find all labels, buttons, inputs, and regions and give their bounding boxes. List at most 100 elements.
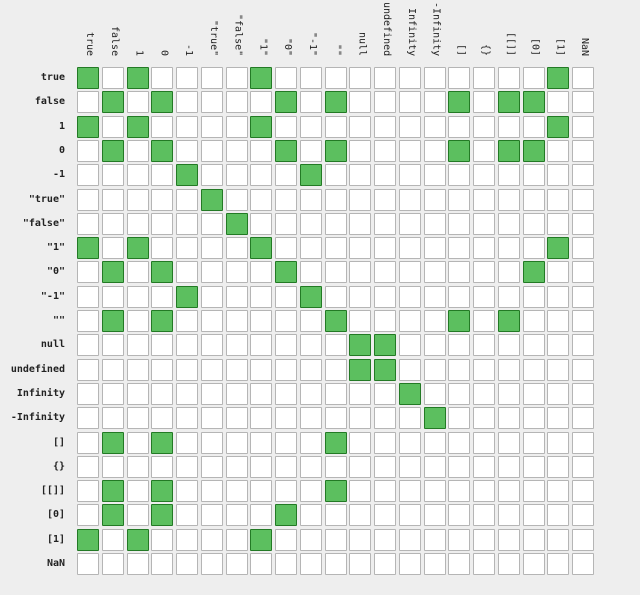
cell-not-equal	[275, 164, 297, 187]
cell-not-equal	[473, 237, 495, 260]
cell-not-equal	[547, 261, 570, 284]
cell-not-equal	[275, 237, 297, 260]
cell-not-equal	[473, 310, 495, 332]
cell-not-equal	[398, 431, 421, 454]
cell-equal	[77, 237, 99, 260]
cell-not-equal	[225, 188, 248, 211]
cell-not-equal	[398, 67, 421, 89]
cell-not-equal	[176, 407, 198, 430]
column-header-label: Infinity	[405, 7, 417, 56]
cell-equal	[151, 310, 174, 332]
cell-not-equal	[324, 358, 347, 381]
cell-equal	[423, 407, 446, 430]
cell-not-equal	[176, 504, 198, 527]
cell-not-equal	[374, 553, 396, 575]
cell-not-equal	[176, 188, 198, 211]
cell-not-equal	[398, 115, 421, 138]
cell-not-equal	[151, 164, 174, 187]
cell-not-equal	[497, 407, 520, 430]
cell-not-equal	[275, 212, 297, 235]
cell-not-equal	[299, 504, 322, 527]
cell-equal	[448, 310, 471, 332]
cell-not-equal	[448, 188, 471, 211]
cell-not-equal	[299, 553, 322, 575]
cell-not-equal	[176, 382, 198, 405]
cell-not-equal	[473, 553, 495, 575]
cell-not-equal	[572, 455, 594, 478]
cell-not-equal	[225, 382, 248, 405]
cell-not-equal	[423, 358, 446, 381]
cell-not-equal	[299, 480, 322, 503]
cell-not-equal	[200, 237, 223, 260]
cell-equal	[275, 261, 297, 284]
cell-not-equal	[176, 212, 198, 235]
cell-not-equal	[522, 382, 545, 405]
cell-not-equal	[547, 164, 570, 187]
cell-equal	[275, 139, 297, 162]
cell-not-equal	[275, 480, 297, 503]
cell-not-equal	[126, 334, 149, 357]
cell-not-equal	[176, 237, 198, 260]
cell-equal	[151, 431, 174, 454]
cell-equal	[176, 285, 198, 308]
cell-not-equal	[324, 455, 347, 478]
cell-not-equal	[448, 285, 471, 308]
cell-not-equal	[250, 91, 273, 114]
cell-not-equal	[101, 285, 124, 308]
cell-not-equal	[374, 310, 396, 332]
cell-equal	[374, 358, 396, 381]
cell-not-equal	[522, 188, 545, 211]
cell-not-equal	[423, 528, 446, 551]
cell-not-equal	[398, 139, 421, 162]
row-header: "true"	[28, 193, 65, 205]
cell-not-equal	[77, 382, 99, 405]
cell-not-equal	[151, 553, 174, 575]
cell-not-equal	[176, 431, 198, 454]
cell-not-equal	[349, 310, 372, 332]
cell-not-equal	[572, 261, 594, 284]
cell-equal	[77, 528, 99, 551]
cell-not-equal	[374, 188, 396, 211]
cell-not-equal	[572, 407, 594, 430]
cell-not-equal	[497, 553, 520, 575]
cell-not-equal	[547, 91, 570, 114]
cell-not-equal	[374, 455, 396, 478]
cell-not-equal	[473, 455, 495, 478]
cell-not-equal	[299, 261, 322, 284]
cell-not-equal	[423, 164, 446, 187]
equality-table: true true false false 1 1 0 0 -1 -1 "true" "true" "f…	[0, 0, 640, 595]
cell-not-equal	[448, 334, 471, 357]
cell-not-equal	[473, 91, 495, 114]
cell-not-equal	[374, 528, 396, 551]
cell-not-equal	[176, 528, 198, 551]
cell-not-equal	[200, 455, 223, 478]
cell-not-equal	[423, 455, 446, 478]
cell-equal	[275, 91, 297, 114]
cell-equal	[101, 261, 124, 284]
cell-not-equal	[324, 115, 347, 138]
cell-equal	[324, 310, 347, 332]
cell-not-equal	[200, 67, 223, 89]
cell-not-equal	[497, 115, 520, 138]
cell-not-equal	[126, 358, 149, 381]
cell-not-equal	[225, 261, 248, 284]
column-header-label: "-1"	[306, 31, 318, 56]
cell-equal	[349, 358, 372, 381]
cell-equal	[77, 67, 99, 89]
cell-not-equal	[423, 553, 446, 575]
cell-not-equal	[176, 91, 198, 114]
cell-not-equal	[77, 504, 99, 527]
cell-equal	[126, 237, 149, 260]
cell-not-equal	[423, 261, 446, 284]
cell-not-equal	[101, 164, 124, 187]
row-header: "-1"	[40, 290, 65, 302]
cell-not-equal	[497, 334, 520, 357]
row-header: [1]	[46, 533, 65, 545]
cell-not-equal	[250, 553, 273, 575]
cell-not-equal	[522, 67, 545, 89]
column-header-label: true	[84, 31, 95, 56]
cell-equal	[176, 164, 198, 187]
cell-not-equal	[349, 164, 372, 187]
cell-not-equal	[324, 164, 347, 187]
cell-not-equal	[497, 67, 520, 89]
